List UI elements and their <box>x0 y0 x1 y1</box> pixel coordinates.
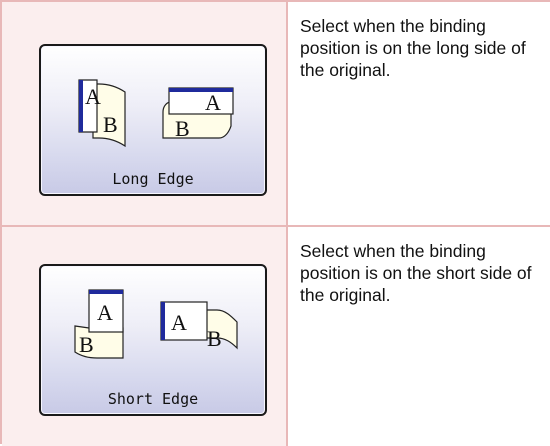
long-edge-binding-icon: A B A B <box>78 79 234 148</box>
icon-letter-b: B <box>103 112 118 137</box>
description-cell: Select when the binding position is on t… <box>288 2 550 225</box>
description-cell: Select when the binding position is on t… <box>288 227 550 446</box>
svg-text:B: B <box>79 332 94 357</box>
svg-text:B: B <box>207 326 222 351</box>
image-cell: A B A B Long Edge <box>2 2 288 225</box>
description-text: Select when the binding position is on t… <box>300 241 532 305</box>
table-row: A B A B Short Edge Select when the bindi… <box>2 227 550 446</box>
short-edge-binding-icon: A B A B <box>74 289 238 359</box>
svg-text:B: B <box>175 116 190 141</box>
image-cell: A B A B Short Edge <box>2 227 288 446</box>
svg-text:A: A <box>171 310 187 335</box>
svg-text:A: A <box>205 90 221 115</box>
icon-letter-a: A <box>85 84 101 109</box>
description-text: Select when the binding position is on t… <box>300 16 526 80</box>
table-row: A B A B Long Edge Select when the bindin… <box>2 2 550 227</box>
button-label: Short Edge <box>107 390 199 408</box>
long-edge-button[interactable]: A B A B Long Edge <box>39 44 267 196</box>
button-label: Long Edge <box>112 170 194 188</box>
short-edge-button[interactable]: A B A B Short Edge <box>39 264 267 416</box>
svg-text:A: A <box>97 300 113 325</box>
binding-options-table: A B A B Long Edge Select when the bindin… <box>0 0 550 446</box>
